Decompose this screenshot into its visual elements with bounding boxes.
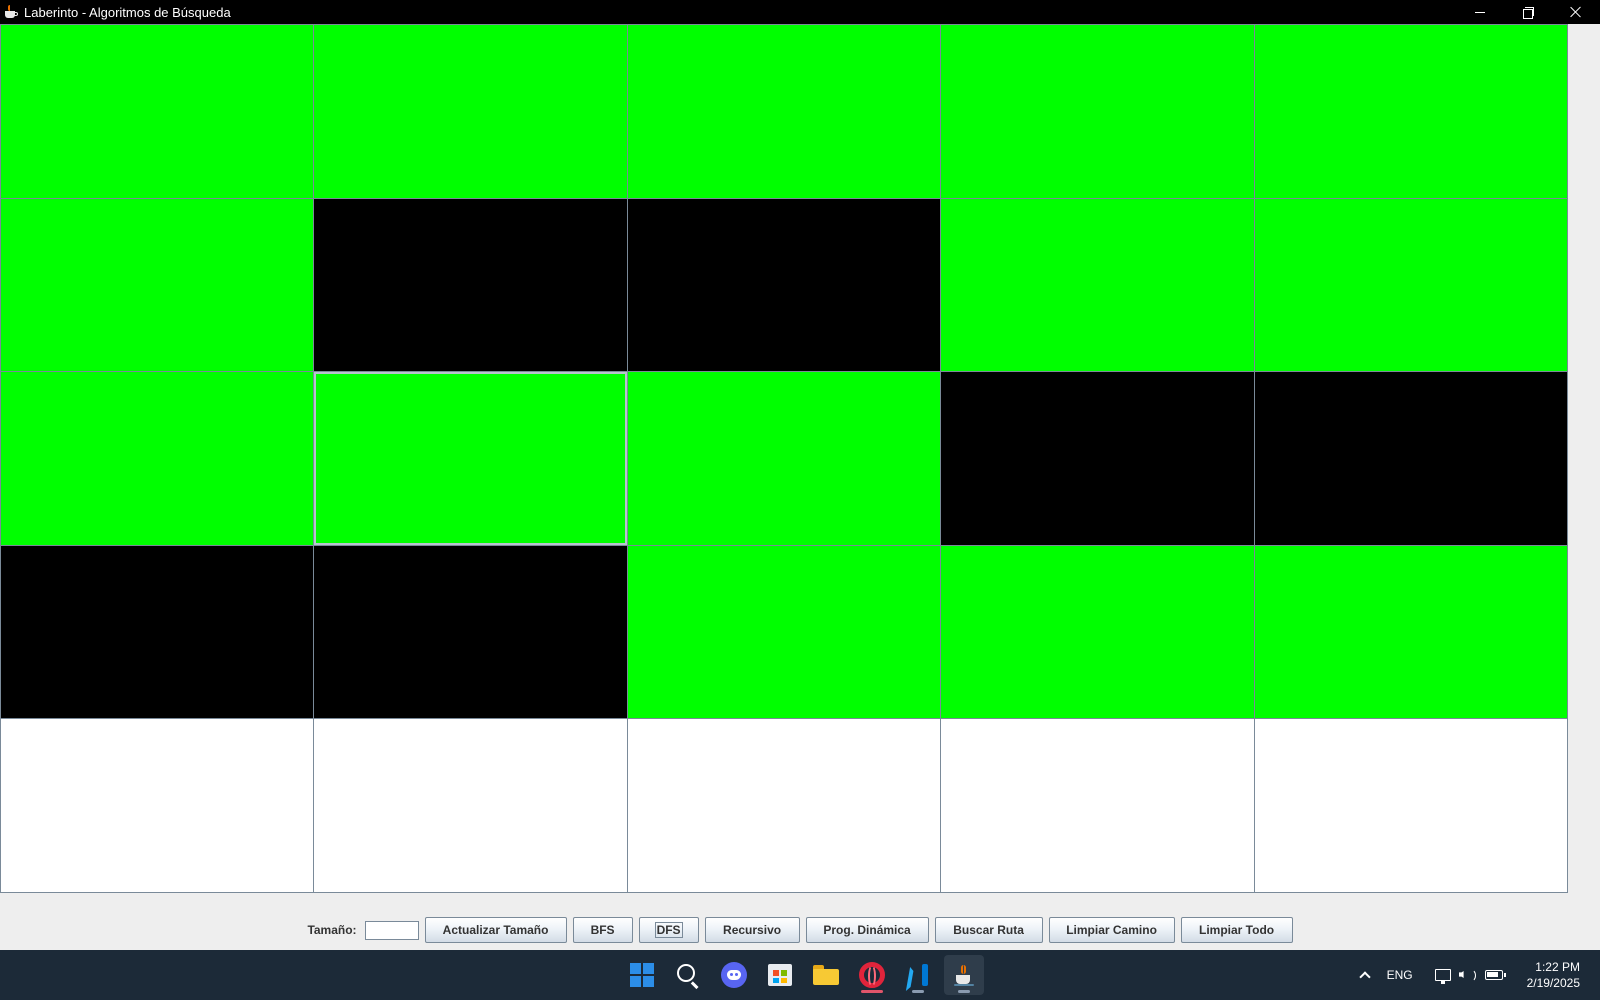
maze-cell-wall[interactable] xyxy=(627,198,941,372)
battery-icon[interactable] xyxy=(1484,970,1506,980)
volume-icon[interactable] xyxy=(1459,968,1477,982)
clock-date: 2/19/2025 xyxy=(1526,976,1580,990)
dfs-label: DFS xyxy=(654,922,683,938)
maze-cell-path[interactable] xyxy=(1254,198,1568,372)
file-explorer-icon[interactable] xyxy=(806,955,846,995)
taskbar: ENG 1:22 PM 2/19/2025 xyxy=(0,950,1600,1000)
recursive-button[interactable]: Recursivo xyxy=(704,917,800,943)
maze-cell-empty[interactable] xyxy=(940,718,1255,893)
maze-cell-path[interactable] xyxy=(940,198,1255,372)
close-button[interactable] xyxy=(1552,0,1600,24)
maze-cell-wall[interactable] xyxy=(313,545,628,719)
clear-path-label: Limpiar Camino xyxy=(1066,923,1157,937)
maze-cell-path[interactable] xyxy=(940,545,1255,719)
dynamic-programming-label: Prog. Dinámica xyxy=(823,923,911,937)
chevron-up-icon[interactable] xyxy=(1358,971,1371,983)
bfs-button[interactable]: BFS xyxy=(572,917,633,943)
recursive-label: Recursivo xyxy=(723,923,782,937)
update-size-button[interactable]: Actualizar Tamaño xyxy=(424,917,567,943)
discord-icon[interactable] xyxy=(714,955,754,995)
java-icon[interactable] xyxy=(944,955,984,995)
update-size-label: Actualizar Tamaño xyxy=(442,923,549,937)
taskbar-apps xyxy=(622,950,984,1000)
maze-cell-empty[interactable] xyxy=(1254,718,1568,893)
size-input[interactable] xyxy=(364,920,419,940)
maze-cell-wall[interactable] xyxy=(0,545,314,719)
maze-cell-path[interactable] xyxy=(0,198,314,372)
maze-cell-path[interactable] xyxy=(940,24,1255,199)
close-icon xyxy=(1570,6,1582,18)
minimize-button[interactable] xyxy=(1456,0,1504,24)
control-panel: Tamaño: Actualizar Tamaño BFS DFS Recurs… xyxy=(0,910,1600,950)
clock[interactable]: 1:22 PM 2/19/2025 xyxy=(1527,959,1580,991)
find-route-label: Buscar Ruta xyxy=(953,923,1024,937)
network-icon[interactable] xyxy=(1434,969,1451,984)
restore-button[interactable] xyxy=(1504,0,1552,24)
search-icon[interactable] xyxy=(668,955,708,995)
language-indicator[interactable]: ENG xyxy=(1387,968,1413,982)
maze-cell-path[interactable] xyxy=(627,24,941,199)
clear-all-label: Limpiar Todo xyxy=(1199,923,1275,937)
window-controls xyxy=(1456,0,1600,24)
java-cup-icon xyxy=(3,4,19,20)
maze-cell-wall[interactable] xyxy=(313,198,628,372)
dfs-button[interactable]: DFS xyxy=(638,917,699,943)
maze-cell-path[interactable] xyxy=(313,371,628,546)
maze-cell-wall[interactable] xyxy=(940,371,1255,546)
maze-cell-path[interactable] xyxy=(0,24,314,199)
maze-cell-path[interactable] xyxy=(313,24,628,199)
windows-start-icon[interactable] xyxy=(622,955,662,995)
maze-cell-path[interactable] xyxy=(1254,545,1568,719)
maze-cell-path[interactable] xyxy=(627,545,941,719)
window-titlebar[interactable]: Laberinto - Algoritmos de Búsqueda xyxy=(0,0,1600,24)
clear-path-button[interactable]: Limpiar Camino xyxy=(1048,917,1175,943)
minimize-icon xyxy=(1475,11,1485,13)
maze-cell-wall[interactable] xyxy=(1254,371,1568,546)
system-tray: ENG 1:22 PM 2/19/2025 xyxy=(1349,950,1600,1000)
clock-time: 1:22 PM xyxy=(1535,960,1580,974)
opera-icon[interactable] xyxy=(852,955,892,995)
microsoft-store-icon[interactable] xyxy=(760,955,800,995)
clear-all-button[interactable]: Limpiar Todo xyxy=(1180,917,1293,943)
window-title: Laberinto - Algoritmos de Búsqueda xyxy=(24,4,231,20)
restore-icon xyxy=(1523,7,1534,19)
maze-cell-empty[interactable] xyxy=(313,718,628,893)
maze-cell-empty[interactable] xyxy=(0,718,314,893)
find-route-button[interactable]: Buscar Ruta xyxy=(934,917,1043,943)
maze-grid xyxy=(0,24,1600,910)
maze-cell-path[interactable] xyxy=(627,371,941,546)
maze-cell-path[interactable] xyxy=(0,371,314,546)
size-label: Tamaño: xyxy=(307,923,357,937)
maze-cell-path[interactable] xyxy=(1254,24,1568,199)
maze-cell-empty[interactable] xyxy=(627,718,941,893)
bfs-label: BFS xyxy=(590,923,615,937)
dynamic-programming-button[interactable]: Prog. Dinámica xyxy=(805,917,929,943)
vscode-icon[interactable] xyxy=(898,955,938,995)
